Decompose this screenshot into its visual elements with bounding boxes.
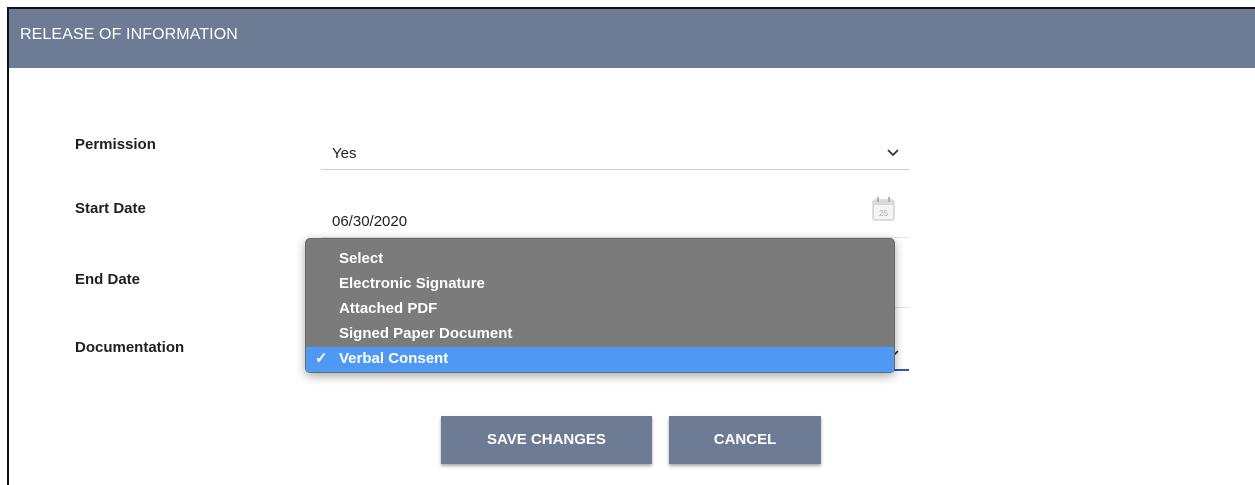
dropdown-option-verbal-consent[interactable]: ✓ Verbal Consent bbox=[306, 347, 894, 372]
option-label: Signed Paper Document bbox=[339, 325, 513, 342]
end-date-calendar-edge bbox=[894, 274, 901, 304]
permission-select[interactable]: Yes bbox=[321, 137, 909, 170]
start-date-value: 06/30/2020 bbox=[332, 213, 408, 230]
cancel-button[interactable]: CANCEL bbox=[669, 416, 821, 464]
option-label: Attached PDF bbox=[339, 300, 438, 317]
calendar-icon[interactable]: 25 bbox=[872, 196, 895, 221]
end-date-label: End Date bbox=[75, 271, 141, 288]
documentation-dropdown-menu: Select Electronic Signature Attached PDF… bbox=[305, 238, 895, 373]
calendar-day: 25 bbox=[879, 209, 888, 218]
dropdown-option-electronic-signature[interactable]: Electronic Signature bbox=[306, 272, 894, 297]
option-label: Select bbox=[339, 250, 384, 267]
dialog-title: RELEASE OF INFORMATION bbox=[20, 26, 238, 43]
dropdown-option-signed-paper-document[interactable]: Signed Paper Document bbox=[306, 322, 894, 347]
dropdown-option-attached-pdf[interactable]: Attached PDF bbox=[306, 297, 894, 322]
permission-label: Permission bbox=[75, 136, 156, 153]
chevron-down-icon bbox=[887, 149, 899, 157]
checkmark-icon: ✓ bbox=[315, 350, 328, 367]
option-label: Verbal Consent bbox=[339, 350, 449, 367]
dropdown-option-select[interactable]: Select bbox=[306, 247, 894, 272]
option-label: Electronic Signature bbox=[339, 275, 485, 292]
start-date-input[interactable]: 06/30/2020 25 bbox=[321, 197, 909, 238]
dialog-header: RELEASE OF INFORMATION bbox=[9, 9, 1255, 68]
documentation-label: Documentation bbox=[75, 339, 185, 356]
permission-value: Yes bbox=[332, 145, 357, 162]
start-date-label: Start Date bbox=[75, 200, 146, 217]
save-changes-button[interactable]: SAVE CHANGES bbox=[441, 416, 652, 464]
